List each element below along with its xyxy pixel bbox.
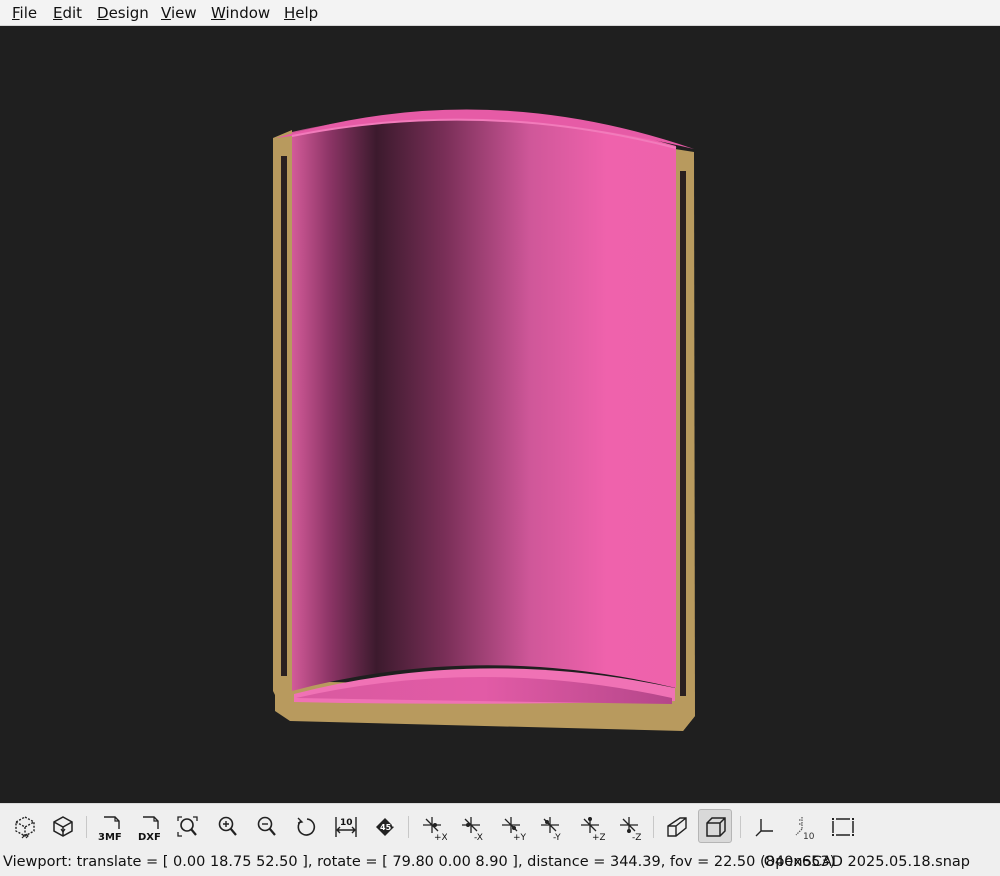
measure-distance-button[interactable]: 10 — [328, 809, 362, 843]
show-edges-icon — [832, 818, 854, 836]
view-all-icon — [177, 816, 198, 837]
show-scale-markers-button[interactable]: 10 — [786, 809, 820, 843]
show-edges-button[interactable] — [825, 809, 859, 843]
measure-angle-icon: 45° — [376, 818, 395, 836]
view-top-icon: +Z — [581, 817, 605, 841]
viewport-status: Viewport: translate = [ 0.00 18.75 52.50… — [3, 854, 836, 870]
svg-text:-Y: -Y — [553, 833, 561, 841]
svg-text:-X: -X — [474, 833, 483, 841]
3d-viewport[interactable] — [0, 26, 1000, 803]
menu-view[interactable]: View — [161, 4, 197, 22]
view-toolbar: 3MF DXF 10 45° +X -X +Y -Y +Z -Z 10 — [0, 803, 1000, 849]
view-back-icon: +Y — [502, 817, 526, 841]
menu-design[interactable]: Design — [97, 4, 149, 22]
preview-icon — [15, 816, 35, 839]
version-label: OpenSCAD 2025.05.18.snap — [763, 854, 970, 870]
orthogonal-icon — [706, 817, 726, 837]
svg-text:3MF: 3MF — [98, 832, 122, 841]
view-right-button[interactable]: +X — [415, 809, 449, 843]
measure-angle-button[interactable]: 45° — [367, 809, 401, 843]
view-left-icon: -X — [462, 817, 483, 841]
view-right-icon: +X — [423, 817, 447, 841]
zoom-in-icon — [218, 816, 237, 836]
menu-file[interactable]: File — [12, 4, 37, 22]
svg-text:+Z: +Z — [592, 833, 605, 841]
reset-view-button[interactable] — [289, 809, 323, 843]
export-dxf-button[interactable]: DXF — [131, 809, 165, 843]
view-all-button[interactable] — [170, 809, 204, 843]
view-left-button[interactable]: -X — [454, 809, 488, 843]
view-front-icon: -Y — [541, 817, 561, 841]
show-scale-markers-icon: 10 — [795, 817, 815, 841]
export-3mf-icon: 3MF — [98, 816, 122, 841]
preview-button[interactable] — [7, 809, 41, 843]
right-wall-gap — [680, 171, 686, 696]
svg-text:-Z: -Z — [632, 833, 641, 841]
model-render — [273, 109, 695, 731]
svg-text:10: 10 — [340, 818, 353, 828]
svg-text:+Y: +Y — [513, 833, 526, 841]
show-axes-button[interactable] — [747, 809, 781, 843]
perspective-button[interactable] — [659, 809, 693, 843]
menubar: File Edit Design View Window Help — [0, 0, 1000, 26]
export-3mf-button[interactable]: 3MF — [92, 809, 126, 843]
status-bar: Viewport: translate = [ 0.00 18.75 52.50… — [0, 849, 1000, 876]
view-bottom-icon: -Z — [620, 817, 641, 841]
zoom-in-button[interactable] — [210, 809, 244, 843]
svg-text:10: 10 — [803, 832, 815, 841]
menu-window[interactable]: Window — [211, 4, 270, 22]
orthogonal-button[interactable] — [698, 809, 732, 843]
view-bottom-button[interactable]: -Z — [612, 809, 646, 843]
reset-view-icon — [297, 817, 316, 836]
left-wall-gap — [281, 156, 287, 676]
show-axes-icon — [755, 819, 773, 837]
render-icon — [53, 816, 73, 837]
cylinder-inner-wall — [292, 113, 676, 692]
export-dxf-icon: DXF — [138, 816, 161, 841]
zoom-out-icon — [257, 816, 276, 836]
zoom-out-button[interactable] — [249, 809, 283, 843]
render-button[interactable] — [45, 809, 79, 843]
menu-help[interactable]: Help — [284, 4, 318, 22]
view-front-button[interactable]: -Y — [533, 809, 567, 843]
menu-edit[interactable]: Edit — [53, 4, 82, 22]
view-back-button[interactable]: +Y — [494, 809, 528, 843]
measure-distance-icon: 10 — [335, 817, 357, 837]
perspective-icon — [667, 817, 687, 837]
view-top-button[interactable]: +Z — [573, 809, 607, 843]
svg-text:DXF: DXF — [138, 832, 161, 841]
svg-text:+X: +X — [434, 833, 447, 841]
svg-text:45°: 45° — [380, 823, 395, 832]
